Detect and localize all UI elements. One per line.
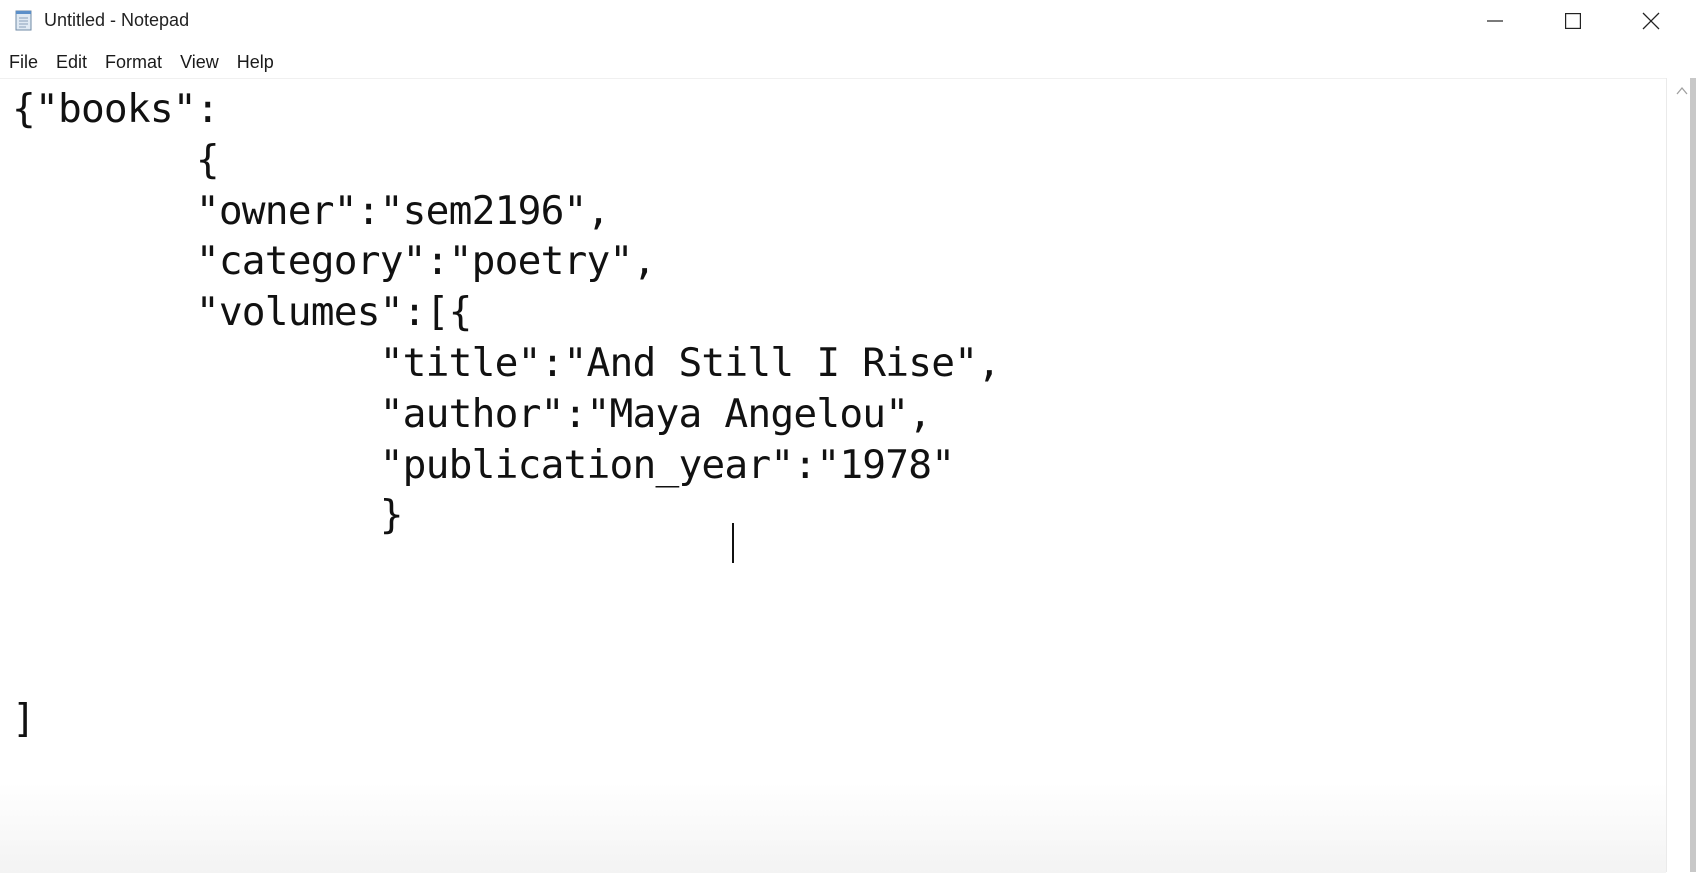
minimize-button[interactable] <box>1456 0 1534 42</box>
editor-line: "title":"And Still I Rise", <box>12 339 1001 386</box>
editor-line: {"books": <box>12 86 220 132</box>
close-icon <box>1642 12 1660 30</box>
editor-line: "category":"poetry", <box>12 238 656 285</box>
editor-line: "publication_year":"1978" <box>12 441 955 488</box>
editor-shade <box>0 783 1666 873</box>
editor-line: } <box>12 492 404 539</box>
window-title: Untitled - Notepad <box>44 10 190 30</box>
scrollbar-edge <box>1690 78 1696 872</box>
menu-file[interactable]: File <box>0 42 47 78</box>
menu-view[interactable]: View <box>171 42 228 78</box>
title-bar[interactable]: Untitled - Notepad <box>0 0 1696 42</box>
text-editor[interactable]: {"books": { "owner":"sem2196", "category… <box>0 78 1666 873</box>
notepad-window: Untitled - Notepad File Edit Format View… <box>0 0 1696 873</box>
menu-format[interactable]: Format <box>96 42 171 78</box>
editor-line: { <box>12 136 220 183</box>
close-button[interactable] <box>1612 0 1690 42</box>
menu-help[interactable]: Help <box>228 42 283 78</box>
editor-line: ] <box>12 695 36 742</box>
menu-bar: File Edit Format View Help <box>0 42 1696 78</box>
editor-line: "author":"Maya Angelou", <box>12 390 932 437</box>
editor-line: "owner":"sem2196", <box>12 187 610 234</box>
menu-edit[interactable]: Edit <box>47 42 96 78</box>
text-caret <box>732 523 734 563</box>
minimize-icon <box>1487 20 1503 22</box>
maximize-button[interactable] <box>1534 0 1612 42</box>
maximize-icon <box>1565 13 1581 29</box>
notepad-icon <box>15 10 32 31</box>
editor-line: "volumes":[{ <box>12 289 473 336</box>
scroll-up-arrow-icon[interactable] <box>1675 84 1689 98</box>
editor-text[interactable]: {"books": { "owner":"sem2196", "category… <box>12 84 1001 744</box>
